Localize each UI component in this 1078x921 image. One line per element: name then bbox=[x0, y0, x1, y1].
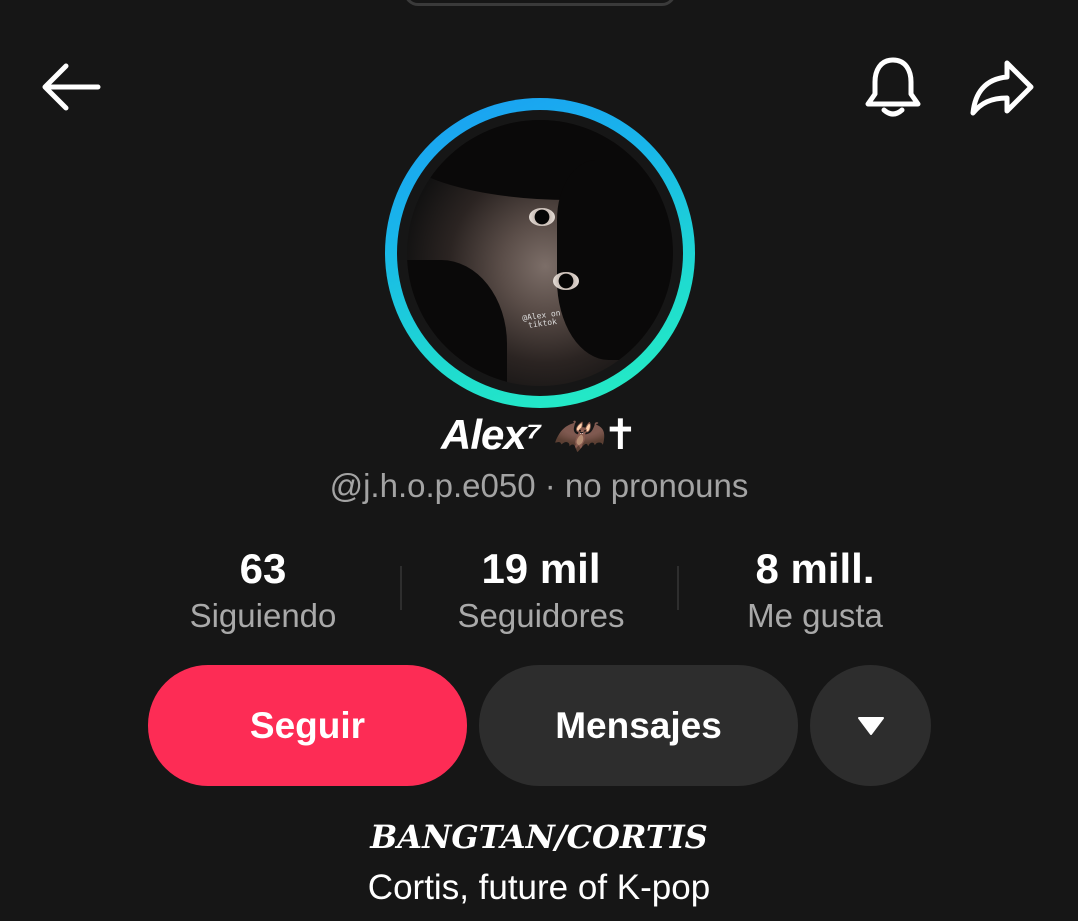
arrow-left-icon bbox=[42, 63, 101, 111]
stat-divider bbox=[677, 566, 679, 610]
share-button[interactable] bbox=[965, 55, 1039, 121]
more-options-button[interactable] bbox=[810, 665, 931, 786]
stat-value: 63 bbox=[239, 545, 287, 592]
stat-divider bbox=[400, 566, 402, 610]
camera-notch bbox=[404, 0, 676, 6]
bio-text: Cortis, future of K-pop bbox=[367, 868, 711, 907]
follow-button-label: Seguir bbox=[249, 704, 366, 746]
back-button[interactable] bbox=[36, 55, 106, 119]
notifications-button[interactable] bbox=[858, 55, 928, 121]
display-name: Alex⁷ 🦇✝ bbox=[441, 411, 638, 458]
message-button[interactable]: Mensajes bbox=[479, 665, 798, 786]
profile-avatar-ring[interactable]: @Alex on tiktok bbox=[385, 98, 695, 408]
caret-down-icon bbox=[857, 716, 884, 735]
avatar: @Alex on tiktok bbox=[407, 120, 673, 386]
stat-followers[interactable]: 19 mil Seguidores bbox=[421, 543, 661, 637]
bell-icon bbox=[865, 57, 921, 117]
stat-value: 8 mill. bbox=[755, 545, 875, 592]
stat-value: 19 mil bbox=[481, 545, 601, 592]
bio-title: BANGTAN/CORTIS bbox=[370, 818, 708, 856]
stat-label: Seguidores bbox=[457, 597, 625, 634]
follow-button[interactable]: Seguir bbox=[148, 665, 467, 786]
share-arrow-icon bbox=[970, 60, 1034, 116]
stat-label: Siguiendo bbox=[189, 597, 337, 634]
message-button-label: Mensajes bbox=[555, 704, 722, 746]
stat-label: Me gusta bbox=[747, 597, 883, 634]
stat-following[interactable]: 63 Siguiendo bbox=[143, 543, 383, 637]
username-pronouns: @j.h.o.p.e050 · no pronouns bbox=[329, 467, 749, 504]
stat-likes[interactable]: 8 mill. Me gusta bbox=[695, 543, 935, 637]
